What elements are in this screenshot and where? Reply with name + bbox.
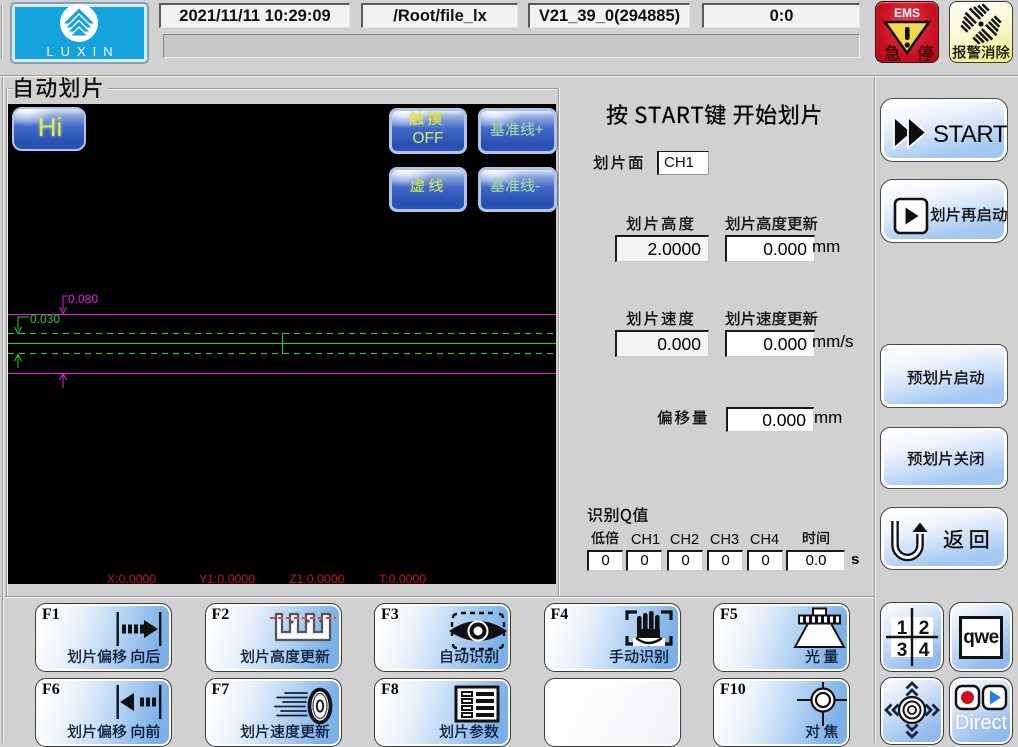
svg-text:3: 3 bbox=[897, 640, 908, 661]
svg-text:4: 4 bbox=[919, 640, 930, 661]
svg-text:1: 1 bbox=[897, 618, 908, 639]
svg-text:2: 2 bbox=[919, 618, 930, 639]
